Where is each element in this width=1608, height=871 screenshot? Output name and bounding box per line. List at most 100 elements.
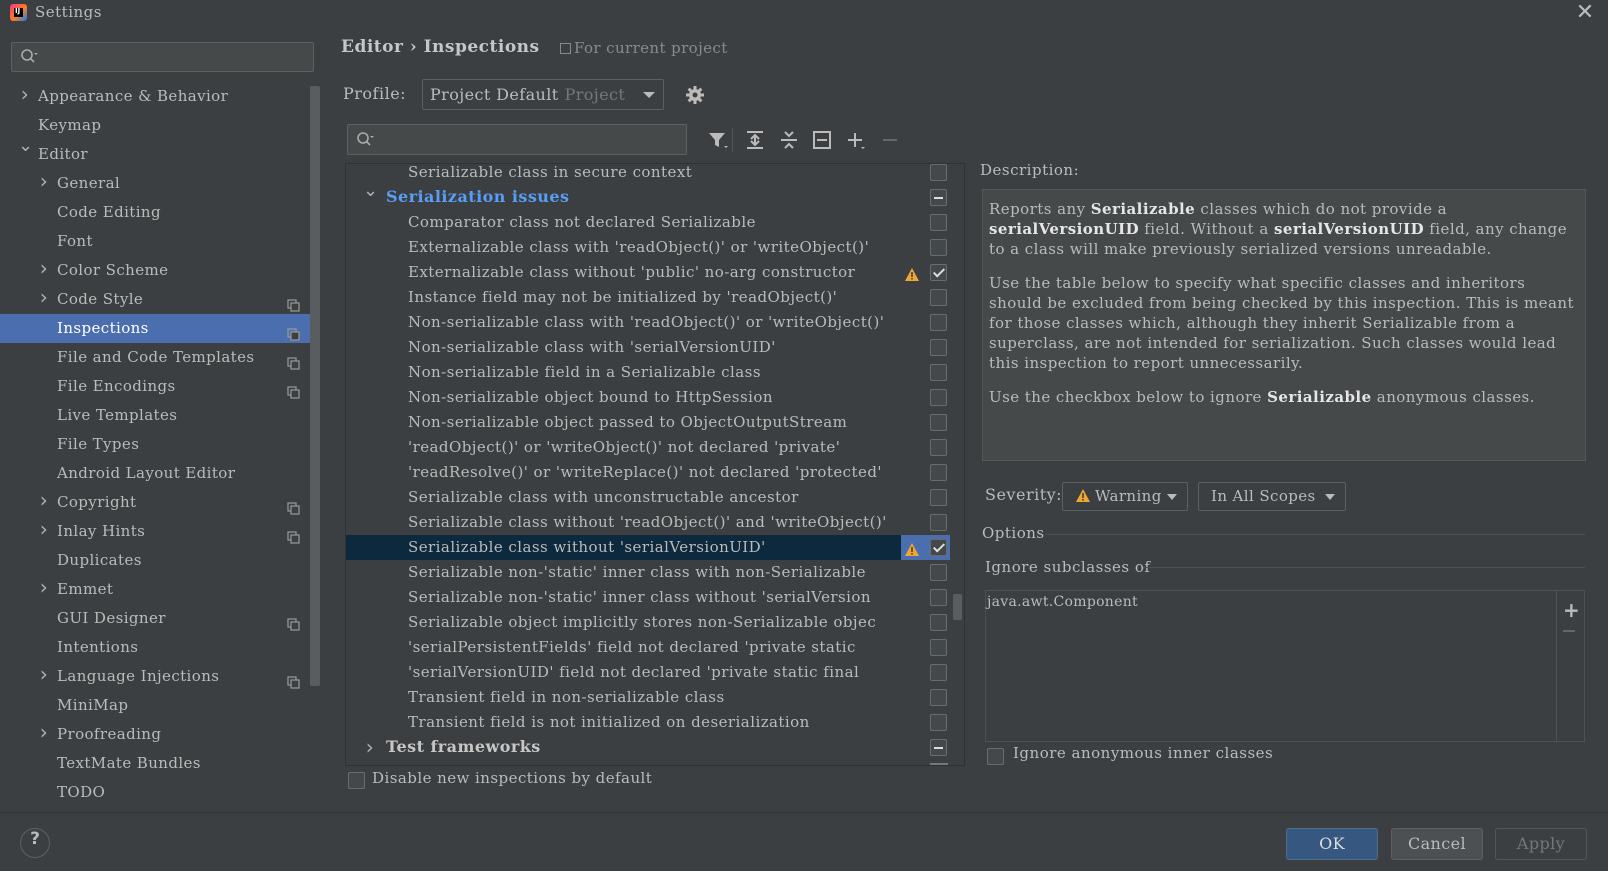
sidebar-item-color-scheme[interactable]: › Color Scheme bbox=[0, 256, 320, 285]
chevron-right-icon[interactable]: › bbox=[37, 285, 51, 309]
expand-all-icon[interactable] bbox=[743, 128, 767, 152]
sidebar-item-appearance-behavior[interactable]: › Appearance & Behavior bbox=[0, 82, 320, 111]
sidebar-item-general[interactable]: › General bbox=[0, 169, 320, 198]
sidebar-item-font[interactable]: Font bbox=[0, 227, 320, 256]
inspection-row[interactable]: Serializable class with unconstructable … bbox=[346, 485, 950, 510]
inspection-row[interactable]: Non-serializable class with 'serialVersi… bbox=[346, 335, 950, 360]
inspection-row[interactable]: Non-serializable object passed to Object… bbox=[346, 410, 950, 435]
reset-icon[interactable] bbox=[810, 128, 834, 152]
sidebar-item-inlay-hints[interactable]: › Inlay Hints bbox=[0, 517, 320, 546]
close-button[interactable]: ✕ bbox=[1572, 0, 1598, 26]
inspection-row[interactable]: Transient field is not initialized on de… bbox=[346, 710, 950, 735]
inspection-checkbox[interactable] bbox=[930, 264, 947, 281]
inspection-row[interactable]: 'readObject()' or 'writeObject()' not de… bbox=[346, 435, 950, 460]
remove-icon[interactable] bbox=[878, 128, 902, 152]
inspection-row[interactable]: Non-serializable object bound to HttpSes… bbox=[346, 385, 950, 410]
inspection-checkbox[interactable] bbox=[930, 539, 947, 556]
cancel-button[interactable]: Cancel bbox=[1391, 828, 1483, 860]
help-button[interactable]: ? bbox=[20, 828, 50, 858]
sidebar-item-code-editing[interactable]: Code Editing bbox=[0, 198, 320, 227]
chevron-right-icon[interactable]: › bbox=[37, 256, 51, 280]
inspection-checkbox[interactable] bbox=[930, 514, 947, 531]
inspection-checkbox[interactable] bbox=[930, 664, 947, 681]
inspection-row[interactable]: Serializable non-'static' inner class wi… bbox=[346, 585, 950, 610]
chevron-right-icon[interactable]: › bbox=[37, 517, 51, 541]
inspection-row[interactable]: Serializable class without 'readObject()… bbox=[346, 510, 950, 535]
inspection-row[interactable]: Instance field may not be initialized by… bbox=[346, 285, 950, 310]
inspection-row[interactable]: Non-serializable class with 'readObject(… bbox=[346, 310, 950, 335]
chevron-down-icon[interactable]: ⌄ bbox=[363, 180, 378, 201]
inspection-row[interactable]: Serializable non-'static' inner class wi… bbox=[346, 560, 950, 585]
inspection-group-serialization-issues[interactable]: ⌄ Serialization issues bbox=[346, 180, 950, 210]
inspection-row[interactable]: Serializable class in secure context bbox=[346, 164, 950, 185]
inspection-checkbox[interactable] bbox=[930, 739, 947, 756]
inspection-row[interactable]: Transient field in non-serializable clas… bbox=[346, 685, 950, 710]
inspection-checkbox[interactable] bbox=[930, 489, 947, 506]
inspection-row[interactable]: Externalizable class without 'public' no… bbox=[346, 260, 950, 285]
chevron-right-icon[interactable]: › bbox=[37, 720, 51, 744]
ignore-subclasses-list[interactable] bbox=[985, 590, 1585, 742]
sidebar-item-todo[interactable]: TODO bbox=[0, 778, 320, 807]
chevron-right-icon[interactable]: › bbox=[37, 169, 51, 193]
sidebar-item-inspections[interactable]: Inspections bbox=[0, 314, 320, 343]
inspection-checkbox[interactable] bbox=[930, 689, 947, 706]
sidebar-item-language-injections[interactable]: › Language Injections bbox=[0, 662, 320, 691]
inspections-scrollbar[interactable] bbox=[953, 594, 962, 620]
settings-search-input[interactable] bbox=[11, 42, 314, 72]
ignore-anonymous-checkbox[interactable] bbox=[987, 748, 1004, 765]
profile-select[interactable]: Project Default Project bbox=[422, 79, 664, 110]
sidebar-item-file-encodings[interactable]: File Encodings bbox=[0, 372, 320, 401]
sidebar-item-duplicates[interactable]: Duplicates bbox=[0, 546, 320, 575]
inspection-row[interactable]: Non-serializable field in a Serializable… bbox=[346, 360, 950, 385]
inspection-row[interactable]: Serializable class without 'serialVersio… bbox=[346, 535, 950, 560]
inspection-row[interactable]: Comparator class not declared Serializab… bbox=[346, 210, 950, 235]
inspection-checkbox[interactable] bbox=[930, 214, 947, 231]
tree-scrollbar[interactable] bbox=[310, 86, 320, 686]
inspection-checkbox[interactable] bbox=[930, 364, 947, 381]
inspection-checkbox[interactable] bbox=[930, 239, 947, 256]
ok-button[interactable]: OK bbox=[1286, 828, 1378, 860]
sidebar-item-keymap[interactable]: Keymap bbox=[0, 111, 320, 140]
inspection-checkbox[interactable] bbox=[930, 389, 947, 406]
inspection-checkbox[interactable] bbox=[930, 589, 947, 606]
sidebar-item-emmet[interactable]: › Emmet bbox=[0, 575, 320, 604]
add-icon[interactable] bbox=[844, 128, 868, 152]
scope-select[interactable]: In All Scopes bbox=[1198, 482, 1346, 511]
collapse-all-icon[interactable] bbox=[777, 128, 801, 152]
sidebar-item-gui-designer[interactable]: GUI Designer bbox=[0, 604, 320, 633]
severity-select[interactable]: Warning bbox=[1062, 482, 1188, 511]
inspection-row[interactable]: 'readResolve()' or 'writeReplace()' not … bbox=[346, 460, 950, 485]
inspection-checkbox[interactable] bbox=[930, 439, 947, 456]
sidebar-item-minimap[interactable]: MiniMap bbox=[0, 691, 320, 720]
sidebar-item-code-style[interactable]: › Code Style bbox=[0, 285, 320, 314]
inspection-checkbox[interactable] bbox=[930, 189, 947, 206]
sidebar-item-intentions[interactable]: Intentions bbox=[0, 633, 320, 662]
chevron-down-icon[interactable]: ⌄ bbox=[18, 135, 33, 156]
inspection-checkbox[interactable] bbox=[930, 414, 947, 431]
gear-icon[interactable] bbox=[684, 84, 706, 106]
chevron-right-icon[interactable]: › bbox=[363, 735, 377, 759]
chevron-right-icon[interactable]: › bbox=[18, 82, 32, 106]
chevron-right-icon[interactable]: › bbox=[37, 575, 51, 599]
disable-new-inspections-checkbox[interactable] bbox=[348, 772, 365, 789]
inspection-search-input[interactable] bbox=[347, 124, 687, 155]
sidebar-item-copyright[interactable]: › Copyright bbox=[0, 488, 320, 517]
remove-class-button[interactable] bbox=[1563, 630, 1575, 632]
sidebar-item-live-templates[interactable]: Live Templates bbox=[0, 401, 320, 430]
sidebar-item-android-layout-editor[interactable]: Android Layout Editor bbox=[0, 459, 320, 488]
ignore-subclass-item[interactable]: java.awt.Component bbox=[987, 594, 1138, 610]
inspection-row[interactable]: Serializable object implicitly stores no… bbox=[346, 610, 950, 635]
inspection-checkbox[interactable] bbox=[930, 639, 947, 656]
sidebar-item-editor[interactable]: ⌄ Editor bbox=[0, 135, 320, 169]
chevron-right-icon[interactable]: › bbox=[37, 662, 51, 686]
inspection-row[interactable]: Externalizable class with 'readObject()'… bbox=[346, 235, 950, 260]
filter-icon[interactable] bbox=[706, 128, 730, 152]
sidebar-item-file-types[interactable]: File Types bbox=[0, 430, 320, 459]
inspection-checkbox[interactable] bbox=[930, 464, 947, 481]
add-class-button[interactable]: + bbox=[1563, 598, 1580, 622]
inspection-checkbox[interactable] bbox=[930, 714, 947, 731]
sidebar-item-textmate-bundles[interactable]: TextMate Bundles bbox=[0, 749, 320, 778]
inspection-checkbox[interactable] bbox=[930, 614, 947, 631]
apply-button[interactable]: Apply bbox=[1495, 828, 1587, 860]
sidebar-item-file-and-code-templates[interactable]: File and Code Templates bbox=[0, 343, 320, 372]
